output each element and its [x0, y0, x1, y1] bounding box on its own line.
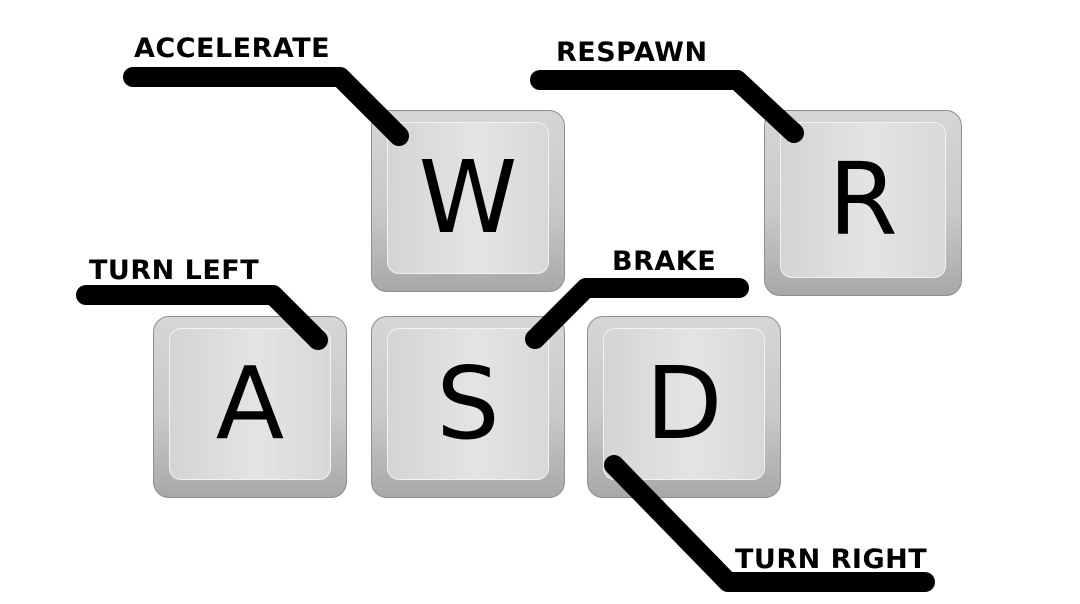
key-a: A [153, 316, 347, 498]
key-s-letter: S [436, 345, 500, 462]
key-d-face: D [603, 328, 765, 480]
brake-label: BRAKE [612, 246, 717, 277]
respawn-label: RESPAWN [556, 37, 708, 68]
key-d-letter: D [645, 345, 723, 462]
key-a-face: A [169, 328, 331, 480]
key-s-face: S [387, 328, 549, 480]
key-r-letter: R [828, 141, 898, 258]
key-w: W [371, 110, 565, 292]
key-r-face: R [780, 122, 946, 278]
key-w-face: W [387, 122, 549, 274]
key-d: D [587, 316, 781, 498]
respawn-leader-line [530, 70, 804, 143]
turn-right-label: TURN RIGHT [735, 544, 928, 575]
leader-lines [76, 67, 935, 592]
accelerate-leader-line [123, 67, 409, 146]
key-r: R [764, 110, 962, 296]
key-a-letter: A [215, 345, 285, 462]
key-w-letter: W [418, 139, 518, 256]
turn-left-label: TURN LEFT [89, 255, 260, 286]
accelerate-label: ACCELERATE [134, 33, 331, 64]
key-s: S [371, 316, 565, 498]
